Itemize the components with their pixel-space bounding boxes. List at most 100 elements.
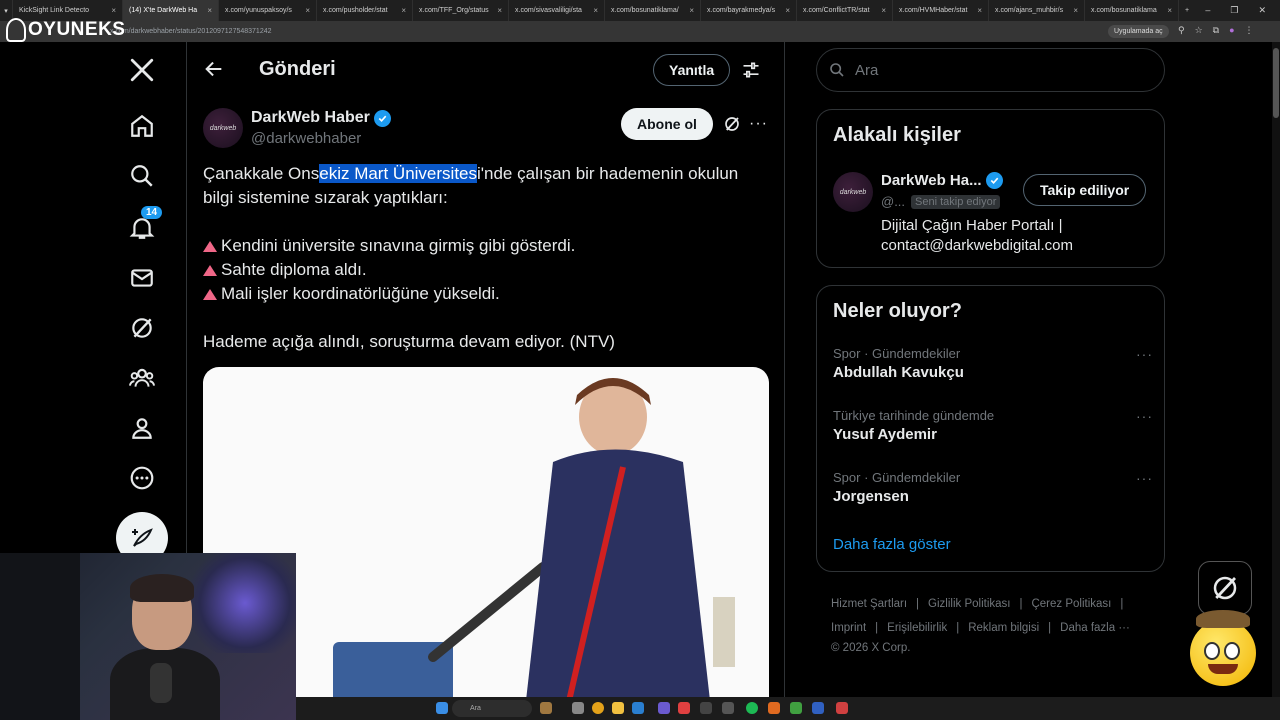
browser-tab-active[interactable]: (14) X'te DarkWeb Ha × [123, 0, 219, 21]
close-icon[interactable]: × [1069, 6, 1078, 15]
bookmark-star-icon[interactable]: ☆ [1195, 25, 1203, 36]
browser-tab[interactable]: x.com/TFF_Org/status × [413, 0, 509, 21]
subscribe-button[interactable]: Abone ol [621, 108, 713, 140]
maximize-icon[interactable]: ❐ [1230, 5, 1238, 16]
browser-tab[interactable]: x.com/sivasvaliligi/sta × [509, 0, 605, 21]
taskbar-app-icon[interactable] [678, 702, 690, 714]
taskbar-app-icon[interactable] [722, 702, 734, 714]
footer-link[interactable]: Erişilebilirlik [887, 622, 947, 634]
taskbar-app-icon[interactable] [700, 702, 712, 714]
discord-icon[interactable] [658, 702, 670, 714]
chrome-icon[interactable] [592, 702, 604, 714]
copyright: © 2026 X Corp. [831, 642, 911, 654]
close-icon[interactable]: × [107, 6, 116, 15]
open-in-app-button[interactable]: Uygulamada aç [1108, 25, 1169, 38]
nav-communities[interactable] [116, 356, 168, 400]
spotify-icon[interactable] [746, 702, 758, 714]
trend-more-icon[interactable]: ··· [1136, 346, 1153, 362]
search-input[interactable] [855, 61, 1135, 79]
taskbar-app-icon[interactable] [632, 702, 644, 714]
show-more-link[interactable]: Daha fazla göster [833, 536, 951, 553]
author-handle[interactable]: @darkwebhaber [251, 130, 361, 147]
selected-text: ekiz Mart Üniversites [319, 164, 477, 183]
divider: | [875, 622, 879, 634]
taskbar-app-icon[interactable] [768, 702, 780, 714]
trend-item[interactable]: Spor · Gündemdekiler Abdullah Kavukçu ··… [833, 346, 1153, 381]
footer-link[interactable]: Imprint [831, 622, 866, 634]
open-in-app-label: Uygulamada aç [1114, 28, 1163, 35]
trend-more-icon[interactable]: ··· [1136, 470, 1153, 486]
nav-more[interactable] [116, 456, 168, 500]
back-button[interactable] [203, 58, 225, 85]
nav-x-logo[interactable] [116, 48, 168, 92]
footer-link[interactable]: Gizlilik Politikası [928, 598, 1010, 610]
taskbar-app-icon[interactable] [540, 702, 552, 714]
minimize-icon[interactable]: – [1205, 5, 1210, 16]
bullet-text: Sahte diploma aldı. [221, 260, 367, 279]
trend-item[interactable]: Türkiye tarihinde gündemde Yusuf Aydemir… [833, 408, 1153, 443]
browser-tab[interactable]: x.com/bosunatiklama/ × [605, 0, 701, 21]
close-icon[interactable]: × [589, 6, 598, 15]
grok-explain-button[interactable] [723, 115, 741, 138]
browser-tab[interactable]: x.com/yunuspaksoy/s × [219, 0, 317, 21]
trend-more-icon[interactable]: ··· [1136, 408, 1153, 424]
author-avatar[interactable]: darkweb [203, 108, 243, 148]
related-name[interactable]: DarkWeb Ha... [881, 172, 1003, 189]
nav-notifications[interactable]: 14 [116, 206, 168, 250]
browser-tab[interactable]: x.com/HVMHaber/stat × [893, 0, 989, 21]
taskbar-app-icon[interactable] [812, 702, 824, 714]
close-icon[interactable]: × [493, 6, 502, 15]
scrollbar-thumb[interactable] [1273, 48, 1279, 118]
reply-button[interactable]: Yanıtla [653, 54, 731, 86]
search-box[interactable] [816, 48, 1165, 92]
grok-floating-button[interactable] [1198, 561, 1252, 615]
profile-avatar-icon[interactable]: ● [1229, 25, 1234, 36]
nav-explore[interactable] [116, 154, 168, 198]
close-icon[interactable]: × [973, 6, 982, 15]
footer-link[interactable]: Hizmet Şartları [831, 598, 907, 610]
tab-label: x.com/ajans_muhbir/s [995, 7, 1064, 14]
start-icon[interactable] [436, 702, 448, 714]
browser-tab[interactable]: x.com/bayrakmedya/s × [701, 0, 797, 21]
related-handle[interactable]: @... [881, 194, 905, 209]
close-icon[interactable]: × [301, 6, 310, 15]
tune-button[interactable] [741, 60, 761, 85]
zoom-icon[interactable]: ⚲ [1178, 25, 1185, 36]
taskbar-app-icon[interactable] [572, 702, 584, 714]
browser-tab[interactable]: x.com/ajans_muhbir/s × [989, 0, 1085, 21]
taskbar-search[interactable]: Ara [452, 700, 532, 717]
browser-tab[interactable]: x.com/bosunatiklama × [1085, 0, 1179, 21]
communities-icon [129, 368, 155, 387]
extensions-icon[interactable]: ⧉ [1213, 25, 1219, 36]
post-closing: Hademe açığa alındı, soruşturma devam ed… [203, 332, 615, 351]
close-icon[interactable]: × [877, 6, 886, 15]
tab-label: x.com/ConflictTR/stat [803, 7, 870, 14]
footer-link[interactable]: Çerez Politikası [1031, 598, 1111, 610]
nav-messages[interactable] [116, 256, 168, 300]
new-tab-button[interactable]: + [1179, 0, 1197, 21]
browser-tab[interactable]: x.com/pusholder/stat × [317, 0, 413, 21]
related-avatar[interactable]: darkweb [833, 172, 873, 212]
footer-link[interactable]: Daha fazla ··· [1060, 622, 1130, 634]
close-icon[interactable]: × [397, 6, 406, 15]
close-icon[interactable]: × [685, 6, 694, 15]
folder-icon[interactable] [612, 702, 624, 714]
close-icon[interactable]: × [1163, 6, 1172, 15]
author-name[interactable]: DarkWeb Haber [251, 109, 391, 127]
close-icon[interactable]: × [203, 6, 212, 15]
trend-item[interactable]: Spor · Gündemdekiler Jorgensen ··· [833, 470, 1153, 505]
post-more-icon[interactable]: ··· [749, 115, 768, 133]
footer-link[interactable]: Reklam bilgisi [968, 622, 1039, 634]
nav-home[interactable] [116, 104, 168, 148]
close-icon[interactable]: × [781, 6, 790, 15]
following-button[interactable]: Takip ediliyor [1023, 174, 1147, 206]
close-window-icon[interactable]: ✕ [1258, 5, 1266, 16]
nav-profile[interactable] [116, 406, 168, 450]
url-field[interactable]: x.com/darkwebhaber/status/20120971275483… [110, 28, 272, 35]
browser-menu-icon[interactable]: ⋮ [1245, 25, 1254, 36]
taskbar-app-icon[interactable] [790, 702, 802, 714]
taskbar-app-icon[interactable] [836, 702, 848, 714]
page-scrollbar[interactable] [1272, 42, 1280, 697]
nav-grok[interactable] [116, 306, 168, 350]
browser-tab[interactable]: x.com/ConflictTR/stat × [797, 0, 893, 21]
